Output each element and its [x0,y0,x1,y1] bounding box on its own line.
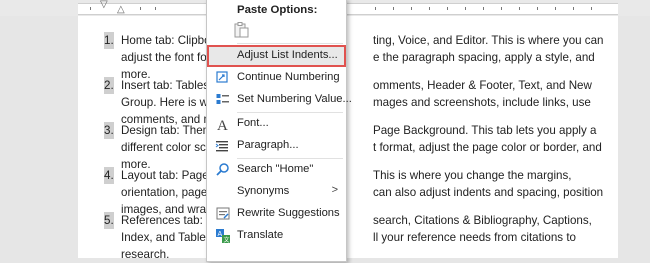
search-icon [215,162,231,178]
ruler-tick [555,7,556,10]
menu-item-label: Search "Home" [237,163,314,175]
font-icon: A [215,116,231,134]
ruler-tick [447,7,448,10]
ruler-tick [501,7,502,10]
menu-item-label: Synonyms [237,185,290,197]
text-line: mages and screenshots, include links, us… [373,96,591,109]
first-line-indent-marker[interactable]: ▽ [100,0,108,10]
ruler-tick [90,7,91,10]
menu-item-translate[interactable]: A 文 Translate [207,225,346,247]
list-number[interactable]: 3. [104,122,114,139]
menu-item-search[interactable]: Search "Home" [207,159,346,181]
ruler-tick [519,7,520,10]
svg-text:A: A [217,118,228,132]
numbering-value-icon [215,92,231,108]
svg-text:文: 文 [224,236,230,244]
text-line: search, Citations & Bibliography, Captio… [373,214,592,227]
menu-item-label: Continue Numbering [237,71,340,83]
ruler-tick [140,7,141,10]
ruler-tick [537,7,538,10]
menu-item-font[interactable]: A Font... [207,113,346,135]
text-line: t format, adjust the page color or borde… [373,141,602,154]
text-line: ll your reference needs from citations t… [373,231,576,244]
list-number[interactable]: 2. [104,77,114,94]
ruler-tick [465,7,466,10]
menu-item-label: Paragraph... [237,139,299,151]
menu-separator [237,43,343,44]
menu-item-set-numbering-value[interactable]: Set Numbering Value... [207,89,352,111]
menu-item-synonyms[interactable]: Synonyms > [207,181,346,203]
paragraph-icon [215,138,231,154]
ruler-tick [573,7,574,10]
chevron-right-icon: > [331,184,338,196]
menu-item-label: Translate [237,229,284,241]
svg-text:A: A [218,231,223,238]
text-line: can also adjust indents and spacing, pos… [373,186,604,199]
ruler-tick [411,7,412,10]
menu-item-adjust-list-indents[interactable]: Adjust List Indents... [207,45,346,67]
paste-options-label: Paste Options: [237,4,318,16]
text-line: research. [121,248,170,261]
context-menu: Paste Options: Adjust List Indents... Co… [206,0,352,262]
ruler-tick [155,7,156,10]
ruler-tick [591,7,592,10]
hanging-indent-marker[interactable]: △ [117,5,125,15]
menu-item-paragraph[interactable]: Paragraph... [207,135,346,157]
menu-item-continue-numbering[interactable]: Continue Numbering [207,67,346,89]
text-line: This is where you change the margins, [373,169,572,182]
text-line: ting, Voice, and Editor. This is where y… [373,34,604,47]
text-line: omments, Header & Footer, Text, and New [373,79,592,92]
ruler-tick [483,7,484,10]
list-number[interactable]: 1. [104,32,114,49]
ruler-tick [429,7,430,10]
list-number[interactable]: 4. [104,167,114,184]
paste-icon[interactable] [232,21,250,39]
translate-icon: A 文 [215,228,231,244]
list-number[interactable]: 5. [104,212,114,229]
menu-item-label: Font... [237,117,269,129]
menu-item-rewrite-suggestions[interactable]: Rewrite Suggestions [207,203,346,225]
ruler-tick [393,7,394,10]
rewrite-icon [215,206,231,222]
ruler-tick [375,7,376,10]
text-line: e the paragraph spacing, apply a style, … [373,51,595,64]
text-line: Page Background. This tab lets you apply… [373,124,597,137]
numbering-icon [215,70,231,86]
menu-item-label: Adjust List Indents... [237,49,338,61]
menu-item-label: Rewrite Suggestions [237,207,340,219]
menu-item-label: Set Numbering Value... [237,93,352,105]
document-page[interactable]: 1. Home tab: Clipboa adjust the font for… [78,16,618,261]
